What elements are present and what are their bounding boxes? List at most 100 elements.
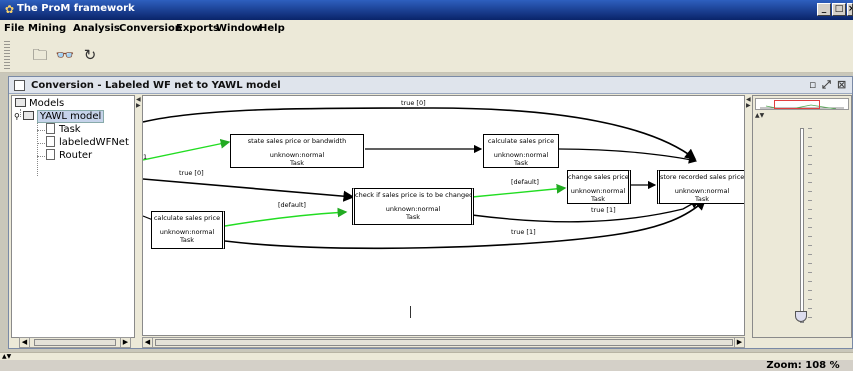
edge-true-0-top xyxy=(143,107,697,160)
zoom-slider-ticks xyxy=(808,128,812,323)
tree-node-router[interactable]: Router xyxy=(46,149,92,162)
task-name: calculate sales price xyxy=(487,137,555,145)
scroll-thumb[interactable] xyxy=(34,339,116,346)
task-node[interactable]: store recorded sales price unknown:norma… xyxy=(657,170,744,204)
task-name: calculate sales price xyxy=(153,214,221,222)
graph-thumbnail[interactable] xyxy=(755,98,849,110)
menu-help[interactable]: Help xyxy=(259,23,285,34)
document-icon xyxy=(14,80,25,91)
task-node[interactable]: calculate sales price unknown:normal Tas… xyxy=(151,211,225,249)
model-tree: Models ⚲ YAWL model Task labeledWFNet Rou… xyxy=(11,95,135,338)
zoom-slider-knob[interactable] xyxy=(795,311,807,322)
task-status: unknown:normal xyxy=(674,187,730,195)
edge-green-to-check xyxy=(224,207,348,227)
tree-node-models[interactable]: Models xyxy=(15,97,64,110)
edge-green-start xyxy=(143,138,231,161)
task-node[interactable]: change sales price unknown:normal Task xyxy=(567,170,631,204)
edge-label: true [1] xyxy=(591,206,616,214)
task-status: unknown:normal xyxy=(493,151,549,159)
menu-exports[interactable]: Exports xyxy=(176,23,219,34)
menu-bar: File Mining Analysis Conversion Exports … xyxy=(0,20,853,37)
iconify-icon[interactable]: ▫ xyxy=(809,78,816,91)
canvas-horizontal-scrollbar[interactable]: ◀ ▶ xyxy=(142,337,745,348)
task-type: Task xyxy=(405,213,421,221)
close-button[interactable]: × xyxy=(847,3,853,16)
tree-node-label: labeledWFNet xyxy=(59,137,129,148)
menu-file[interactable]: File xyxy=(4,23,24,34)
refresh-icon[interactable]: ↻ xyxy=(79,44,101,66)
binoculars-icon[interactable]: 👓 xyxy=(54,44,76,66)
zoom-slider-track[interactable] xyxy=(800,128,804,323)
title-bar: ✿ The ProM framework _ □ × xyxy=(0,0,853,20)
toolbar: 🗀 👓 ↻ xyxy=(0,37,853,73)
edge-true-0-mid xyxy=(143,178,355,202)
scroll-right-icon[interactable]: ▶ xyxy=(120,338,130,347)
tree-node-label: Router xyxy=(59,150,93,161)
status-arrows-icon[interactable]: ▲▼ xyxy=(2,353,11,360)
tree-node-labeledwfnet[interactable]: labeledWFNet xyxy=(46,136,129,149)
task-node-split[interactable]: check if sales price is to be changed un… xyxy=(352,188,474,225)
edge-label: true [0] xyxy=(401,99,426,107)
conversion-internal-frame: Conversion - Labeled WF net to YAWL mode… xyxy=(8,76,853,371)
zoom-label: Zoom: 108 % xyxy=(766,360,840,371)
task-status: unknown:normal xyxy=(159,228,215,236)
overview-panel: ▲▼ Zoom: 108 % xyxy=(752,95,852,371)
internal-frame-title-bar[interactable]: Conversion - Labeled WF net to YAWL mode… xyxy=(9,77,852,94)
splitter-arrows-icon[interactable]: ◀ ▶ xyxy=(136,97,141,109)
scroll-thumb[interactable] xyxy=(155,339,733,346)
scroll-left-icon[interactable]: ◀ xyxy=(143,338,153,347)
task-type: Task xyxy=(513,159,529,167)
task-type: Task xyxy=(289,159,305,167)
task-node[interactable]: state sales price or bandwidth unknown:n… xyxy=(230,134,364,168)
prom-app-window: ✿ The ProM framework _ □ × File Mining A… xyxy=(0,0,853,371)
prom-app-icon: ✿ xyxy=(4,3,15,16)
expand-arrows-icon[interactable]: ▲▼ xyxy=(755,112,764,119)
task-status: unknown:normal xyxy=(570,187,626,195)
menu-conversion[interactable]: Conversion xyxy=(119,23,182,34)
edge-label: true [0] xyxy=(179,169,204,177)
edge-green-to-change xyxy=(471,183,567,198)
task-type: Task xyxy=(179,236,195,244)
edge-calc-to-store xyxy=(558,148,698,164)
file-icon xyxy=(46,123,55,134)
task-name: state sales price or bandwidth xyxy=(247,137,347,145)
close-frame-icon[interactable]: ⊠ xyxy=(837,78,846,91)
tree-node-label: Models xyxy=(29,98,65,109)
minimize-button[interactable]: _ xyxy=(817,3,831,16)
menu-analysis[interactable]: Analysis xyxy=(73,23,120,34)
folder-icon xyxy=(15,98,26,107)
task-type: Task xyxy=(590,195,606,203)
open-folder-icon[interactable]: 🗀 xyxy=(29,44,51,66)
menu-mining[interactable]: Mining xyxy=(28,23,66,34)
yawl-graph-canvas[interactable]: state sales price or bandwidth unknown:n… xyxy=(142,95,745,336)
text-cursor xyxy=(410,306,411,318)
status-bar: ▲▼ xyxy=(0,352,853,360)
tree-horizontal-scrollbar[interactable]: ◀ ▶ xyxy=(19,337,131,348)
expand-toggle-icon[interactable]: ⚲ xyxy=(14,112,20,121)
edge-label: [default] xyxy=(278,201,306,209)
viewport-rectangle[interactable] xyxy=(774,100,820,109)
task-name: store recorded sales price xyxy=(660,173,744,181)
scroll-left-icon[interactable]: ◀ xyxy=(20,338,30,347)
task-name: change sales price xyxy=(568,173,628,181)
menu-window[interactable]: Window xyxy=(216,23,261,34)
splitter-arrows-icon[interactable]: ◀ ▶ xyxy=(746,97,751,109)
folder-icon xyxy=(22,111,34,120)
toolbar-grip[interactable] xyxy=(4,41,10,69)
task-status: unknown:normal xyxy=(385,205,441,213)
tree-node-task[interactable]: Task xyxy=(46,123,81,136)
task-type: Task xyxy=(694,195,710,203)
tree-node-yawl-model[interactable]: ⚲ YAWL model xyxy=(14,110,105,123)
maximize-icon[interactable]: ⤢ xyxy=(822,78,831,92)
edge-label: 1 xyxy=(143,153,148,161)
edge-label: [default] xyxy=(511,178,539,186)
maximize-button[interactable]: □ xyxy=(832,3,846,16)
internal-frame-title: Conversion - Labeled WF net to YAWL mode… xyxy=(31,80,281,91)
edge-label: true [1] xyxy=(511,228,536,236)
file-icon xyxy=(46,149,55,160)
tree-connector xyxy=(37,156,45,157)
tree-connector xyxy=(37,130,45,131)
task-node[interactable]: calculate sales price unknown:normal Tas… xyxy=(483,134,559,168)
scroll-right-icon[interactable]: ▶ xyxy=(734,338,744,347)
task-name: check if sales price is to be changed xyxy=(355,191,471,199)
